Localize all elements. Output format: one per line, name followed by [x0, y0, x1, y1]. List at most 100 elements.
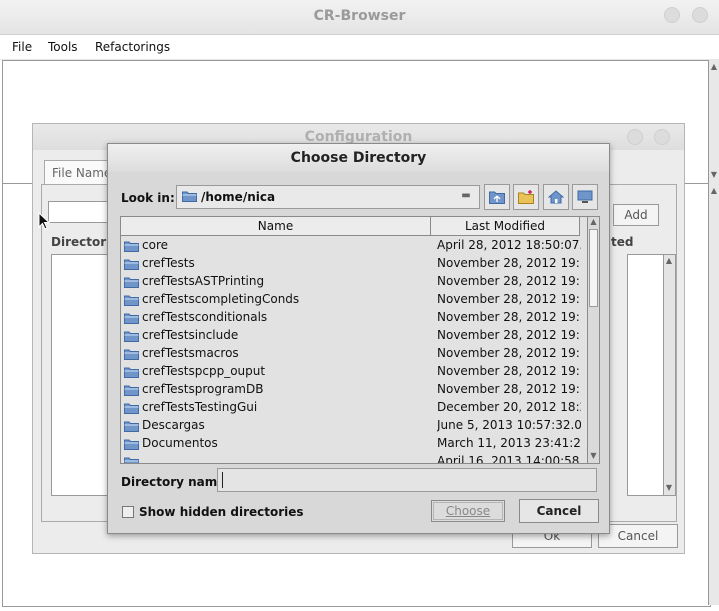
show-hidden-checkbox[interactable]	[122, 506, 134, 518]
table-row[interactable]: crefTestsTestingGui December 20, 2012 18:…	[121, 398, 587, 416]
row-last-modified: November 28, 2012 19:17	[437, 382, 581, 396]
row-name: crefTestsconditionals	[142, 310, 268, 324]
directories-list[interactable]	[51, 254, 111, 496]
folder-icon	[124, 295, 139, 306]
row-name: crefTestspcpp_ouput	[142, 364, 266, 378]
text-caret	[222, 472, 223, 488]
row-last-modified: November 28, 2012 19:17	[437, 274, 581, 288]
look-in-combo[interactable]: /home/nica ▬	[176, 185, 480, 209]
folder-icon	[182, 191, 197, 202]
cancel-button[interactable]: Cancel	[519, 499, 599, 523]
table-row[interactable]: Descargas June 5, 2013 10:57:32.00	[121, 416, 587, 434]
scroll-down-icon[interactable]: ▼	[588, 451, 599, 461]
row-last-modified: November 28, 2012 19:14	[437, 256, 581, 270]
up-folder-icon	[489, 191, 505, 204]
main-titlebar: CR-Browser	[0, 0, 719, 35]
config-minimize-button[interactable]	[627, 129, 643, 145]
row-name: core	[142, 238, 168, 252]
show-hidden-label[interactable]: Show hidden directories	[139, 505, 304, 519]
table-row[interactable]: core April 28, 2012 18:50:07.00	[121, 236, 587, 254]
row-last-modified: April 28, 2012 18:50:07.00	[437, 238, 581, 252]
row-name: ...	[142, 454, 154, 464]
row-name: crefTestscompletingConds	[142, 292, 300, 306]
tab-label: File Name	[52, 166, 112, 180]
config-close-button[interactable]	[654, 129, 670, 145]
menu-file[interactable]: File	[12, 40, 32, 54]
choose-button[interactable]: Choose	[431, 500, 505, 522]
look-in-label: Look in:	[121, 191, 175, 205]
directory-name-label: Directory name:	[121, 475, 231, 489]
menu-bar: File Tools Refactorings	[0, 35, 719, 60]
folder-icon	[124, 385, 139, 396]
row-last-modified: November 28, 2012 19:17	[437, 346, 581, 360]
row-name: crefTestsprogramDB	[142, 382, 264, 396]
row-last-modified: November 28, 2012 19:17	[437, 292, 581, 306]
new-folder-icon	[518, 190, 534, 204]
table-row[interactable]: crefTestspcpp_ouput November 28, 2012 19:…	[121, 362, 587, 380]
row-last-modified: March 11, 2013 23:41:27.0	[437, 436, 581, 450]
scroll-thumb[interactable]	[589, 229, 598, 307]
row-last-modified: June 5, 2013 10:57:32.00	[437, 418, 581, 432]
row-name: crefTests	[142, 256, 195, 270]
selected-list-scrollbar[interactable]: ▲ ▼	[663, 254, 676, 496]
folder-icon	[124, 403, 139, 414]
table-row[interactable]: crefTestsASTPrinting November 28, 2012 19…	[121, 272, 587, 290]
desktop-button[interactable]	[572, 184, 598, 210]
chooser-titlebar: Choose Directory	[108, 144, 609, 172]
main-scrollbar[interactable]: ▲ ▼ ▲	[708, 60, 719, 605]
close-button[interactable]	[692, 7, 708, 23]
folder-icon	[124, 277, 139, 288]
table-row[interactable]: crefTestsinclude November 28, 2012 19:17	[121, 326, 587, 344]
up-one-level-button[interactable]	[484, 184, 510, 210]
directory-table[interactable]: Name Last Modified core April 28, 2012 18…	[120, 216, 600, 464]
folder-icon	[124, 457, 139, 463]
add-button[interactable]: Add	[613, 204, 659, 226]
row-last-modified: November 28, 2012 19:17	[437, 310, 581, 324]
directory-name-input[interactable]	[217, 468, 597, 492]
minimize-button[interactable]	[664, 7, 680, 23]
folder-icon	[124, 367, 139, 378]
table-row[interactable]: crefTestsprogramDB November 28, 2012 19:1…	[121, 380, 587, 398]
table-row[interactable]: Documentos March 11, 2013 23:41:27.0	[121, 434, 587, 452]
folder-icon	[124, 313, 139, 324]
row-name: crefTestsTestingGui	[142, 400, 258, 414]
choose-directory-dialog: Choose Directory Look in: /home/nica ▬ N…	[107, 143, 610, 534]
directory-rows: core April 28, 2012 18:50:07.00 crefTests N…	[121, 236, 587, 464]
selected-list[interactable]	[627, 254, 665, 496]
table-row[interactable]: crefTestscompletingConds November 28, 201…	[121, 290, 587, 308]
scroll-down-icon[interactable]: ▼	[709, 170, 719, 180]
table-row[interactable]: crefTestsmacros November 28, 2012 19:17	[121, 344, 587, 362]
table-row[interactable]: ... April 16, 2013 14:00:58.00	[121, 452, 587, 464]
selected-label: ted	[611, 235, 634, 249]
row-last-modified: November 28, 2012 19:17	[437, 364, 581, 378]
home-icon	[548, 190, 564, 204]
mouse-cursor-icon	[38, 212, 50, 230]
window-title: CR-Browser	[313, 8, 406, 24]
menu-tools[interactable]: Tools	[48, 40, 78, 54]
chooser-title: Choose Directory	[290, 150, 427, 166]
folder-icon	[124, 439, 139, 450]
column-header-name[interactable]: Name	[121, 217, 431, 236]
folder-icon	[124, 421, 139, 432]
row-name: crefTestsASTPrinting	[142, 274, 265, 288]
config-cancel-button[interactable]: Cancel	[598, 524, 678, 548]
new-folder-button[interactable]	[513, 184, 539, 210]
table-scrollbar[interactable]: ▲ ▼	[587, 217, 599, 463]
row-name: Documentos	[142, 436, 218, 450]
scroll-down-icon[interactable]: ▼	[664, 483, 674, 493]
row-last-modified: April 16, 2013 14:00:58.00	[437, 454, 581, 464]
scroll-up-icon[interactable]: ▲	[709, 62, 719, 72]
scroll-up-icon[interactable]: ▲	[709, 186, 719, 196]
folder-icon	[124, 241, 139, 252]
table-row[interactable]: crefTestsconditionals November 28, 2012 1…	[121, 308, 587, 326]
dropdown-arrow-icon[interactable]: ▬	[459, 191, 473, 201]
table-row[interactable]: crefTests November 28, 2012 19:14	[121, 254, 587, 272]
column-header-last-modified[interactable]: Last Modified	[431, 217, 580, 236]
desktop-icon	[577, 190, 593, 203]
home-button[interactable]	[543, 184, 569, 210]
menu-refactorings[interactable]: Refactorings	[95, 40, 170, 54]
scroll-up-icon[interactable]: ▲	[588, 217, 599, 227]
row-name: crefTestsmacros	[142, 346, 239, 360]
folder-icon	[124, 349, 139, 360]
scroll-up-icon[interactable]: ▲	[664, 256, 674, 266]
